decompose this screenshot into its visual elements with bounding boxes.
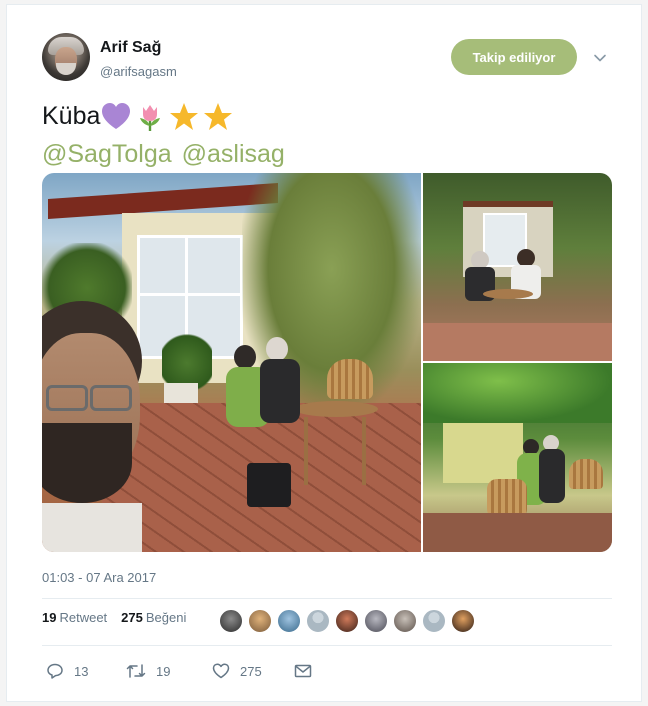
- user-name[interactable]: Arif Sağ: [100, 39, 161, 57]
- garden-chairs-photo[interactable]: [423, 363, 612, 552]
- following-button[interactable]: Takip ediliyor: [451, 39, 577, 75]
- direct-message-button[interactable]: [294, 661, 322, 681]
- purple-heart-icon: [102, 103, 131, 130]
- liker-avatar[interactable]: [219, 609, 243, 633]
- reply-count: 13: [74, 663, 89, 679]
- tweet-mentions: @SagTolga @aslisag: [42, 136, 295, 172]
- tweet-text: Küba: [42, 98, 236, 134]
- mention-link[interactable]: @aslisag: [182, 140, 285, 168]
- tulip-icon: [140, 105, 161, 132]
- divider: [42, 598, 612, 599]
- chevron-down-icon[interactable]: [593, 51, 607, 65]
- like-label[interactable]: Beğeni: [146, 610, 186, 625]
- liker-avatar[interactable]: [422, 609, 446, 633]
- like-button[interactable]: 275: [212, 661, 262, 681]
- avatar[interactable]: [42, 33, 90, 81]
- liker-avatar[interactable]: [335, 609, 359, 633]
- tweet-card: Arif Sağ @arifsagasm Takip ediliyor Küba…: [6, 4, 642, 702]
- retweet-icon: [126, 664, 146, 678]
- star-icon: [170, 103, 199, 131]
- user-handle[interactable]: @arifsagasm: [100, 64, 177, 79]
- liker-avatar[interactable]: [451, 609, 475, 633]
- liker-avatar[interactable]: [277, 609, 301, 633]
- reply-icon: [47, 663, 63, 679]
- retweet-count[interactable]: 19: [42, 610, 56, 625]
- selfie-garden-photo[interactable]: [42, 173, 421, 552]
- tweet-text-content: Küba: [42, 102, 101, 130]
- divider: [42, 645, 612, 646]
- patio-table-photo[interactable]: [423, 173, 612, 361]
- retweet-button[interactable]: 19: [126, 661, 170, 681]
- retweet-label[interactable]: Retweet: [59, 610, 107, 625]
- media-grid: [42, 173, 612, 552]
- mention-link[interactable]: @SagTolga: [42, 140, 172, 168]
- tweet-timestamp[interactable]: 01:03 - 07 Ara 2017: [42, 570, 156, 585]
- liker-avatar[interactable]: [306, 609, 330, 633]
- heart-icon: [212, 663, 230, 679]
- envelope-icon: [294, 664, 312, 678]
- tweet-stats: 19 Retweet 275 Beğeni: [42, 610, 186, 625]
- liker-avatar[interactable]: [393, 609, 417, 633]
- reply-button[interactable]: 13: [46, 661, 88, 681]
- like-count[interactable]: 275: [121, 610, 143, 625]
- liker-avatar[interactable]: [364, 609, 388, 633]
- star-icon: [204, 103, 233, 131]
- liker-avatar[interactable]: [248, 609, 272, 633]
- retweet-action-count: 19: [156, 663, 171, 679]
- like-action-count: 275: [240, 663, 262, 679]
